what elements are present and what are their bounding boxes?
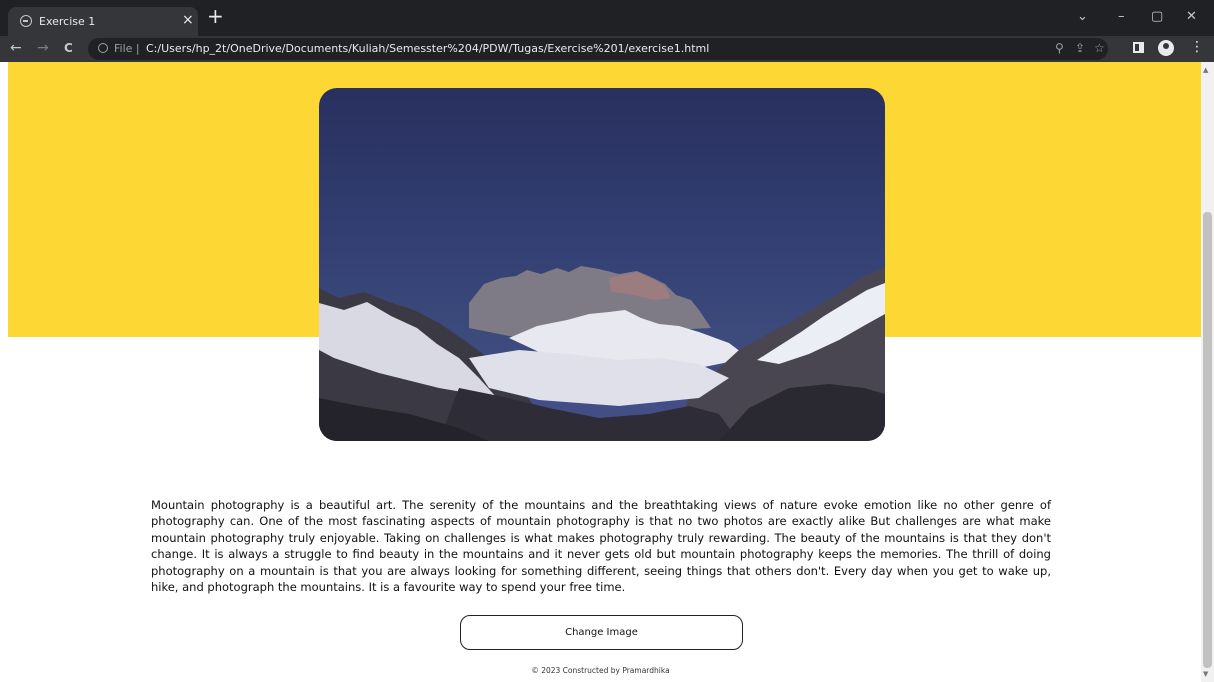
restore-button[interactable]: ▢ <box>1151 9 1163 24</box>
info-icon[interactable] <box>98 43 108 53</box>
share-icon[interactable]: ⇪ <box>1075 41 1085 55</box>
back-button[interactable]: ← <box>10 40 22 56</box>
article-text: Mountain photography is a beautiful art.… <box>151 497 1051 595</box>
minimize-button[interactable]: – <box>1118 9 1125 24</box>
tab-title: Exercise 1 <box>39 15 96 28</box>
close-window-button[interactable]: ✕ <box>1186 9 1197 24</box>
side-panel-icon[interactable] <box>1133 42 1144 53</box>
page-viewport: Mountain photography is a beautiful art.… <box>0 62 1201 682</box>
globe-icon <box>20 15 32 27</box>
footer-credit: © 2023 Constructed by Pramardhika <box>531 666 670 675</box>
mountain-photo <box>319 88 885 441</box>
star-icon[interactable]: ☆ <box>1094 41 1105 55</box>
scroll-thumb[interactable] <box>1203 212 1212 668</box>
menu-icon[interactable]: ⋮ <box>1190 40 1204 54</box>
page-scrollbar[interactable]: ▲ ▼ <box>1201 62 1214 682</box>
toolbar: ← → C File | C:/Users/hp_2t/OneDrive/Doc… <box>0 36 1214 62</box>
file-label: File | <box>114 42 140 55</box>
new-tab-button[interactable]: + <box>207 6 224 26</box>
tab-search-icon[interactable]: ⌄ <box>1077 9 1088 24</box>
change-image-button[interactable]: Change Image <box>460 615 743 650</box>
zoom-icon[interactable]: ⚲ <box>1055 41 1064 55</box>
address-bar[interactable]: File | C:/Users/hp_2t/OneDrive/Documents… <box>88 38 1108 60</box>
reload-button[interactable]: C <box>64 41 73 55</box>
scroll-up-arrow-icon[interactable]: ▲ <box>1203 66 1208 74</box>
profile-icon[interactable] <box>1158 40 1174 56</box>
tab-close-icon[interactable]: × <box>182 12 194 28</box>
url-text[interactable]: C:/Users/hp_2t/OneDrive/Documents/Kuliah… <box>146 42 709 55</box>
tab-strip: Exercise 1 × + ⌄ – ▢ ✕ <box>0 0 1214 36</box>
scroll-down-arrow-icon[interactable]: ▼ <box>1203 670 1208 678</box>
forward-button[interactable]: → <box>37 40 49 56</box>
browser-tab[interactable]: Exercise 1 × <box>8 7 198 36</box>
